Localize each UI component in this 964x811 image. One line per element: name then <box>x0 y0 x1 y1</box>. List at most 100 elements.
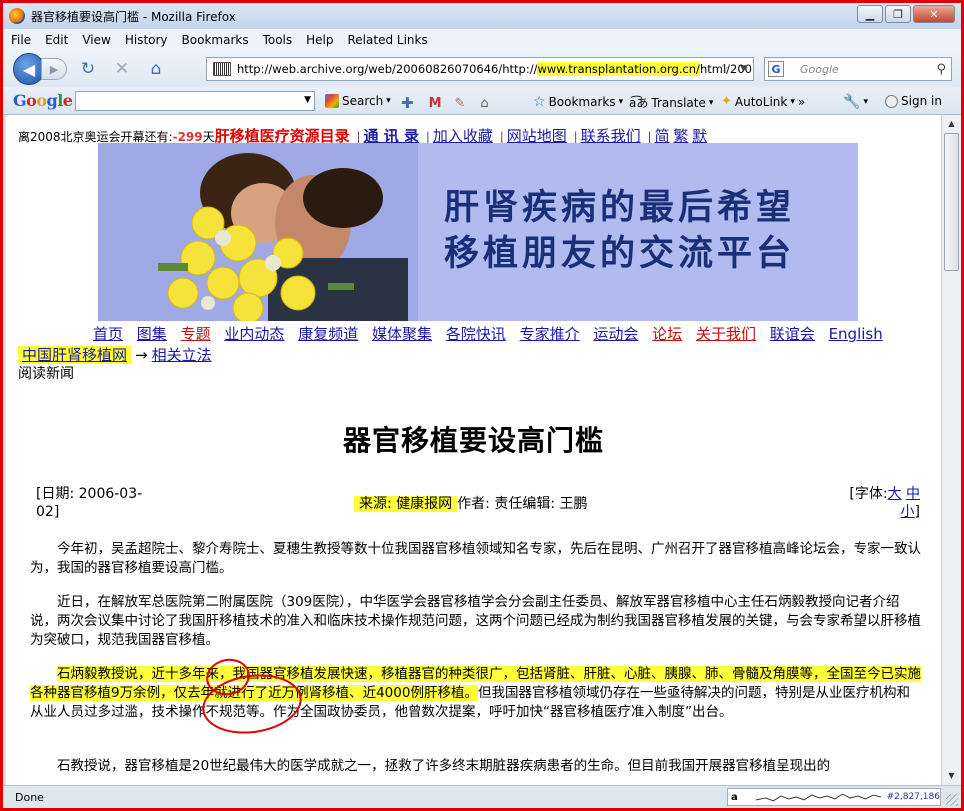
sign-in-label: Sign in <box>901 94 942 108</box>
traffic-widget: a #2,827,186 <box>727 788 941 806</box>
article-title: 器官移植要设高门槛 <box>342 424 604 457</box>
traffic-sparkline <box>755 793 881 802</box>
nav-gallery[interactable]: 图集 <box>137 325 167 343</box>
nav-topics[interactable]: 专题 <box>181 325 211 343</box>
olympic-countdown-suffix: 天 <box>202 130 215 144</box>
minimize-button[interactable]: ▁ <box>857 5 883 23</box>
bookmarks-label: Bookmarks <box>548 95 616 109</box>
dropdown-icon[interactable]: ▾ <box>619 97 624 107</box>
sign-in-button[interactable]: Sign in <box>885 94 942 108</box>
banner-photo <box>98 143 418 321</box>
firefox-logo-icon <box>9 8 25 24</box>
url-bar[interactable]: http://web.archive.org/web/2006082607064… <box>206 57 754 81</box>
title-bar: 器官移植要设高门槛 - Mozilla Firefox ▁ ❐ ✕ <box>3 3 961 29</box>
banner-line-1: 肝肾疾病的最后希望 <box>444 188 796 228</box>
google-toolbar: Google ▼ Search ▾ ✚ M ✎ ⌂ ☆ Bookmarks ▾ … <box>3 87 961 115</box>
search-icon[interactable]: ⚲ <box>936 62 946 77</box>
nav-about[interactable]: 关于我们 <box>696 325 756 343</box>
scroll-thumb[interactable] <box>944 133 959 271</box>
font-medium-link[interactable]: 中 <box>906 486 920 502</box>
status-text: Done <box>15 790 44 804</box>
nav-industry-news[interactable]: 业内动态 <box>224 325 284 343</box>
nav-forum[interactable]: 论坛 <box>652 325 682 343</box>
star-icon: ☆ <box>533 94 546 110</box>
menu-history[interactable]: History <box>125 33 168 47</box>
bookmark-star-icon[interactable]: ☆ <box>717 62 729 77</box>
autolink-button[interactable]: ✦ AutoLink ▾ » <box>721 94 805 109</box>
stop-icon[interactable]: ✕ <box>109 57 135 81</box>
font-large-link[interactable]: 大 <box>888 486 902 502</box>
nav-media[interactable]: 媒体聚集 <box>372 325 432 343</box>
source-label: 来源: 健康报网 <box>354 496 458 512</box>
menu-bookmarks[interactable]: Bookmarks <box>182 33 249 47</box>
nav-home[interactable]: 首页 <box>93 325 123 343</box>
breadcrumb-home[interactable]: 中国肝肾移植网 <box>18 346 132 364</box>
maximize-button[interactable]: ❐ <box>885 5 911 23</box>
search-box[interactable]: G Google ⚲ <box>764 57 952 81</box>
home-icon[interactable]: ⌂ <box>143 57 169 81</box>
window-controls: ▁ ❐ ✕ <box>857 5 955 23</box>
forward-button[interactable]: ▶ <box>41 58 67 80</box>
wrench-icon[interactable]: 🔧 <box>843 94 860 110</box>
nav-rehab[interactable]: 康复频道 <box>298 325 358 343</box>
olympic-countdown-days: -299 <box>172 130 203 144</box>
google-engine-icon[interactable]: G <box>768 61 784 77</box>
translate-button[interactable]: a͡あ Translate ▾ <box>629 94 713 111</box>
menu-tools[interactable]: Tools <box>263 33 293 47</box>
font-small-link[interactable]: 小 <box>901 504 915 520</box>
navigation-toolbar: ◀ ▶ ↻ ✕ ⌂ http://web.archive.org/web/200… <box>3 51 961 87</box>
plus-icon[interactable]: ✚ <box>401 94 414 112</box>
site-banner: 肝肾疾病的最后希望 移植朋友的交流平台 <box>98 143 858 321</box>
chevron-down-icon[interactable]: ▼ <box>304 95 311 105</box>
nav-association[interactable]: 联谊会 <box>770 325 815 343</box>
google-search-button[interactable]: Search ▾ <box>325 94 391 108</box>
nav-hospital-news[interactable]: 各院快讯 <box>446 325 506 343</box>
article-paragraph-1: 今年初，吴孟超院士、黎介寿院士、夏穗生教授等数十位我国器官移植领域知名专家，先后… <box>30 541 921 576</box>
nav-experts[interactable]: 专家推介 <box>520 325 580 343</box>
article-paragraph-4: 石教授说，器官移植是20世纪最伟大的医学成就之一，拯救了许多终末期脏器疾病患者的… <box>57 758 831 774</box>
bookmarks-button[interactable]: ☆ Bookmarks ▾ <box>533 94 623 110</box>
banner-slogan: 肝肾疾病的最后希望 移植朋友的交流平台 <box>444 185 795 277</box>
dropdown-icon[interactable]: ▾ <box>709 98 714 108</box>
vertical-scrollbar[interactable]: ▲ ▼ <box>941 115 961 785</box>
article-source: 来源: 健康报网 作者: 责任编辑: 王鹏 <box>354 493 588 513</box>
dropdown-icon[interactable]: ▾ <box>790 97 795 107</box>
menu-bar: File Edit View History Bookmarks Tools H… <box>3 29 961 51</box>
site-favicon-icon <box>213 62 231 76</box>
menu-edit[interactable]: Edit <box>45 33 68 47</box>
window-title: 器官移植要设高门槛 - Mozilla Firefox <box>31 9 236 24</box>
dropdown-icon[interactable]: ▾ <box>863 97 868 107</box>
menu-file[interactable]: File <box>11 33 31 47</box>
breadcrumb-section[interactable]: 相关立法 <box>152 346 212 364</box>
translate-icon: a͡あ <box>629 96 649 110</box>
more-button[interactable]: » <box>798 95 805 109</box>
scroll-down-icon[interactable]: ▼ <box>944 769 959 783</box>
dropdown-icon[interactable]: ▾ <box>386 96 391 106</box>
menu-view[interactable]: View <box>82 33 110 47</box>
settings-wrench[interactable]: 🔧 ▾ <box>843 94 868 110</box>
scroll-up-icon[interactable]: ▲ <box>944 117 959 131</box>
olympic-countdown-label: 离2008北京奥运会开幕还有: <box>18 130 173 144</box>
google-tool-icons[interactable]: ✚ M ✎ ⌂ <box>401 94 489 112</box>
gmail-icon[interactable]: M <box>429 96 442 111</box>
close-button[interactable]: ✕ <box>913 5 955 23</box>
status-bar: Done a #2,827,186 <box>3 785 961 808</box>
nav-english[interactable]: English <box>829 325 883 343</box>
menu-related-links[interactable]: Related Links <box>348 33 428 47</box>
font-size-label: [字体: <box>849 486 888 502</box>
site-nav: 首页 图集 专题 业内动态 康复频道 媒体聚集 各院快讯 专家推介 运动会 论坛… <box>93 323 892 344</box>
nav-games[interactable]: 运动会 <box>593 325 638 343</box>
google-search-input[interactable]: ▼ <box>75 91 315 111</box>
menu-help[interactable]: Help <box>306 33 333 47</box>
pagerank-icon[interactable]: ⌂ <box>480 96 488 111</box>
user-icon <box>885 94 898 108</box>
url-dropdown-icon[interactable]: ▼ <box>740 64 747 74</box>
article-paragraph-3: 石炳毅教授说，近十多年来，我国器官移植发展快速，移植器官的种类很广，包括肾脏、肝… <box>30 665 923 722</box>
browser-window: 器官移植要设高门槛 - Mozilla Firefox ▁ ❐ ✕ File E… <box>0 0 964 811</box>
breadcrumb: 中国肝肾移植网 → 相关立法 <box>18 344 212 365</box>
read-news-label: 阅读新闻 <box>18 366 74 382</box>
bookmark-tag-icon[interactable]: ✎ <box>455 96 466 111</box>
resize-grip-icon[interactable] <box>946 794 958 806</box>
reload-icon[interactable]: ↻ <box>75 57 101 81</box>
article-date: [日期: 2006-03-02] <box>36 486 143 520</box>
